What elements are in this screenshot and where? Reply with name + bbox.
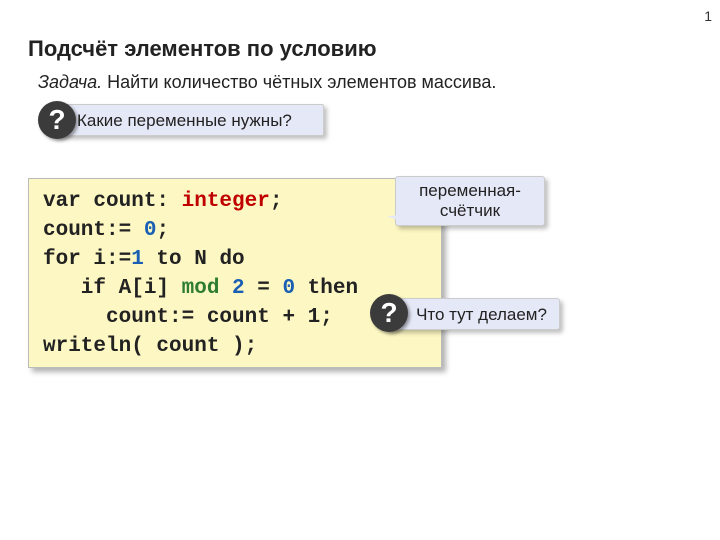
callout-counter-variable: переменная- счётчик [395, 176, 545, 226]
code-l4c [219, 277, 232, 300]
code-l4g: then [295, 277, 358, 300]
code-l2a: count:= [43, 219, 144, 242]
code-l3-num: 1 [131, 248, 144, 271]
code-l2-num: 0 [144, 219, 157, 242]
code-l1c: ; [270, 190, 283, 213]
code-l4e: = [245, 277, 283, 300]
question-mark-icon: ? [370, 294, 408, 332]
code-l4-mod: mod [182, 277, 220, 300]
code-l6: writeln( count ); [43, 335, 257, 358]
code-l5: count:= count + 1; [43, 306, 333, 329]
code-l4a: if A[i] [43, 277, 182, 300]
annot1-line2: счётчик [440, 201, 500, 220]
page-number: 1 [704, 8, 712, 24]
code-l3a: for i:= [43, 248, 131, 271]
code-l1-type: integer [182, 190, 270, 213]
code-l3c: to N do [144, 248, 245, 271]
callout-variables-needed: Какие переменные нужны? [54, 104, 324, 136]
callout-what-doing-here: Что тут делаем? [385, 298, 560, 330]
code-l4-two: 2 [232, 277, 245, 300]
task-text: Найти количество чётных элементов массив… [102, 72, 496, 92]
code-l2c: ; [156, 219, 169, 242]
code-block: var count: integer; count:= 0; for i:=1 … [28, 178, 442, 368]
task-label: Задача. [38, 72, 102, 92]
code-l4-zero: 0 [282, 277, 295, 300]
task-description: Задача. Найти количество чётных элементо… [38, 72, 496, 93]
code-l1a: var count: [43, 190, 182, 213]
page-title: Подсчёт элементов по условию [28, 36, 377, 62]
annot1-line1: переменная- [419, 181, 521, 200]
question-mark-icon: ? [38, 101, 76, 139]
